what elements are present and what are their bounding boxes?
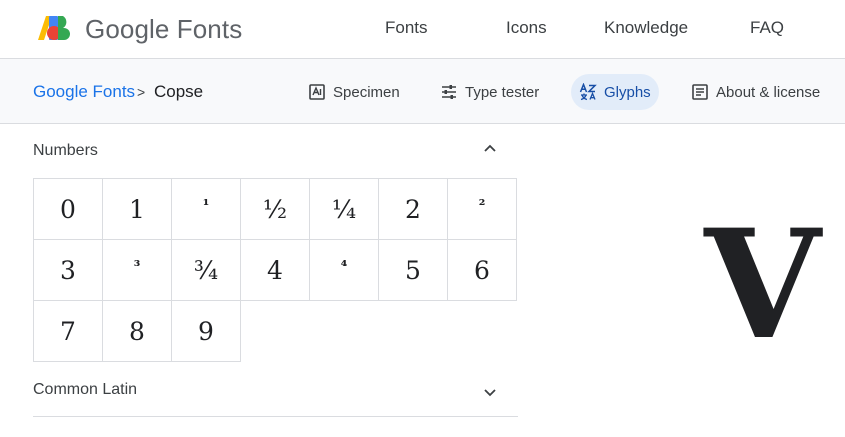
section-title-common-latin[interactable]: Common Latin [33,381,137,399]
nav-icons[interactable]: Icons [506,18,547,38]
section-divider [33,416,518,417]
nav-fonts[interactable]: Fonts [385,18,428,38]
tab-type-tester[interactable]: Type tester [432,74,547,110]
breadcrumb-root-link[interactable]: Google Fonts [33,82,135,102]
glyph-cell[interactable]: 5 [378,239,448,301]
glyph-cell[interactable]: 4 [240,239,310,301]
glyph-cell[interactable]: ² [447,178,517,240]
glyph-cell[interactable]: 8 [102,300,172,362]
nav-knowledge[interactable]: Knowledge [604,18,688,38]
chevron-down-icon[interactable] [483,388,497,398]
glyph-cell[interactable]: ⁴ [309,239,379,301]
tab-about-license[interactable]: About & license [683,74,828,110]
chevron-up-icon[interactable] [483,143,497,153]
glyphs-icon [579,83,597,101]
glyph-cell[interactable]: 7 [33,300,103,362]
tab-type-tester-label: Type tester [465,83,540,101]
tune-icon [442,85,456,99]
font-subheader: Google Fonts > Copse Specimen Type teste… [0,59,845,124]
glyph-cell[interactable]: 9 [171,300,241,362]
section-title-numbers[interactable]: Numbers [33,142,98,160]
glyph-cell[interactable]: 3 [33,239,103,301]
glyph-cell[interactable]: ¼ [309,178,379,240]
article-icon [692,84,708,100]
glyph-preview: V [704,197,821,373]
glyph-cell[interactable]: ½ [240,178,310,240]
glyph-cell[interactable]: ¾ [171,239,241,301]
tab-specimen[interactable]: Specimen [300,74,408,110]
glyph-cell[interactable]: 6 [447,239,517,301]
google-fonts-logo-icon[interactable] [38,14,72,42]
specimen-icon [309,84,325,100]
tab-about-license-label: About & license [716,83,821,101]
glyph-cell[interactable]: 1 [102,178,172,240]
glyph-cell[interactable]: ¹ [171,178,241,240]
tab-glyphs[interactable]: Glyphs [571,74,659,110]
glyph-cell[interactable]: ³ [102,239,172,301]
brand-title[interactable]: Google Fonts [85,14,242,45]
breadcrumb-separator: > [137,84,146,100]
glyph-cell[interactable]: 0 [33,178,103,240]
tab-specimen-label: Specimen [333,83,400,101]
glyph-cell[interactable]: 2 [378,178,448,240]
top-header: Google Fonts Fonts Icons Knowledge FAQ [0,0,845,59]
breadcrumb-current: Copse [154,82,204,101]
nav-faq[interactable]: FAQ [750,18,784,38]
tab-glyphs-label: Glyphs [604,83,651,101]
